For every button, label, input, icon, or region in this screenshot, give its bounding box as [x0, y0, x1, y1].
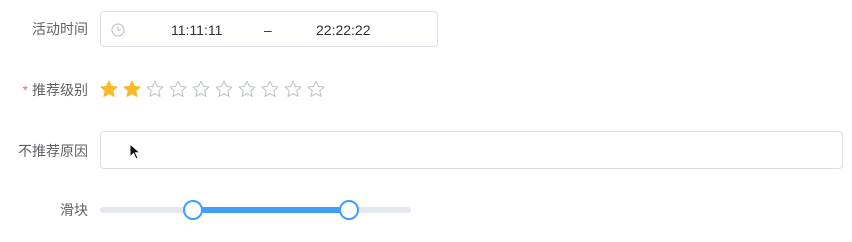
end-time-input[interactable]: 22:22:22: [316, 21, 371, 39]
recommend-level-label-text: 推荐级别: [32, 82, 88, 98]
start-time-input[interactable]: 11:11:11: [171, 21, 222, 39]
star-filled-icon[interactable]: [123, 80, 141, 98]
star-empty-icon[interactable]: [284, 80, 302, 98]
star-empty-icon[interactable]: [307, 80, 325, 98]
range-slider[interactable]: [100, 200, 411, 220]
star-empty-icon[interactable]: [238, 80, 256, 98]
star-empty-icon[interactable]: [192, 80, 210, 98]
mouse-cursor-icon: [129, 143, 142, 160]
star-empty-icon[interactable]: [146, 80, 164, 98]
star-filled-icon[interactable]: [100, 80, 118, 98]
slider-handle-min[interactable]: [183, 200, 204, 220]
reason-label: 不推荐原因: [18, 143, 88, 159]
star-empty-icon[interactable]: [169, 80, 187, 98]
slider-handle-max[interactable]: [338, 200, 359, 220]
required-mark: *: [22, 82, 28, 98]
activity-time-label: 活动时间: [32, 21, 88, 37]
range-separator: –: [264, 22, 272, 38]
star-empty-icon[interactable]: [261, 80, 279, 98]
clock-icon: [111, 23, 125, 37]
form: 活动时间 11:11:11 – 22:22:22 * 推荐级别 不推荐原因 滑块: [0, 0, 852, 242]
star-empty-icon[interactable]: [215, 80, 233, 98]
time-range-picker[interactable]: 11:11:11 – 22:22:22: [100, 11, 438, 47]
rating[interactable]: [100, 80, 325, 98]
reason-input[interactable]: [100, 131, 843, 169]
slider-label: 滑块: [60, 202, 88, 218]
slider-selected-bar: [193, 207, 349, 213]
recommend-level-label: * 推荐级别: [23, 80, 88, 100]
